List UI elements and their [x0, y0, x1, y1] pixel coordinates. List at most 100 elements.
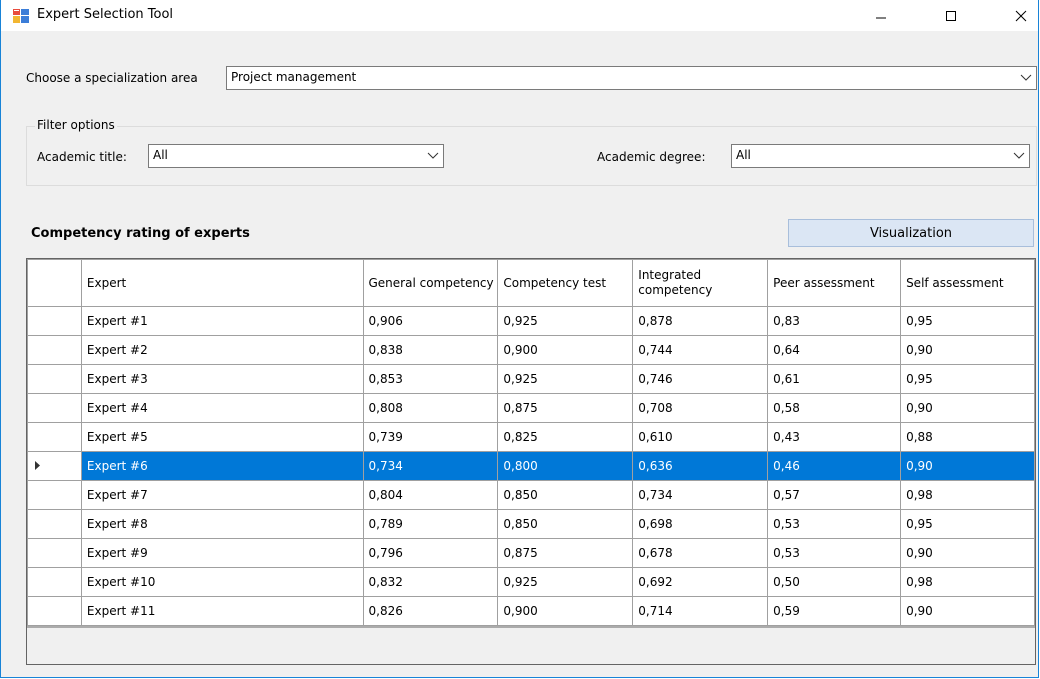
- specialization-combobox[interactable]: Project management: [226, 66, 1037, 90]
- score-cell[interactable]: 0,61: [767, 364, 902, 394]
- score-cell[interactable]: 0,796: [362, 538, 499, 568]
- row-header[interactable]: [27, 306, 82, 336]
- expert-name-cell[interactable]: Expert #10: [80, 567, 364, 597]
- expert-name-cell[interactable]: Expert #6: [80, 451, 364, 481]
- expert-name-cell[interactable]: Expert #5: [80, 422, 364, 452]
- row-header[interactable]: [27, 422, 82, 452]
- row-header[interactable]: [27, 538, 82, 568]
- row-header[interactable]: [27, 567, 82, 597]
- score-cell[interactable]: 0,925: [497, 567, 634, 597]
- experts-grid[interactable]: Expert General competency Competency tes…: [26, 258, 1036, 665]
- table-row[interactable]: Expert #6 0,734 0,800 0,636 0,46 0,90: [27, 451, 1035, 481]
- score-cell[interactable]: 0,746: [632, 364, 769, 394]
- score-cell[interactable]: 0,95: [900, 509, 1035, 539]
- column-header[interactable]: Peer assessment: [767, 259, 902, 307]
- score-cell[interactable]: 0,906: [362, 306, 499, 336]
- expert-name-cell[interactable]: Expert #11: [80, 596, 364, 626]
- expert-name-cell[interactable]: Expert #2: [80, 335, 364, 365]
- expert-name-cell[interactable]: Expert #8: [80, 509, 364, 539]
- score-cell[interactable]: 0,83: [767, 306, 902, 336]
- row-header[interactable]: [27, 480, 82, 510]
- table-row[interactable]: Expert #1 0,906 0,925 0,878 0,83 0,95: [27, 306, 1035, 336]
- score-cell[interactable]: 0,804: [362, 480, 499, 510]
- academic-title-combobox[interactable]: All: [148, 144, 444, 168]
- score-cell[interactable]: 0,57: [767, 480, 902, 510]
- column-header[interactable]: General competency: [362, 259, 499, 307]
- score-cell[interactable]: 0,714: [632, 596, 769, 626]
- column-header[interactable]: Expert: [80, 259, 364, 307]
- score-cell[interactable]: 0,43: [767, 422, 902, 452]
- score-cell[interactable]: 0,610: [632, 422, 769, 452]
- score-cell[interactable]: 0,925: [497, 306, 634, 336]
- score-cell[interactable]: 0,90: [900, 335, 1035, 365]
- score-cell[interactable]: 0,850: [497, 480, 634, 510]
- table-row[interactable]: Expert #8 0,789 0,850 0,698 0,53 0,95: [27, 509, 1035, 539]
- score-cell[interactable]: 0,64: [767, 335, 902, 365]
- score-cell[interactable]: 0,875: [497, 393, 634, 423]
- score-cell[interactable]: 0,853: [362, 364, 499, 394]
- expert-name-cell[interactable]: Expert #7: [80, 480, 364, 510]
- title-bar[interactable]: Expert Selection Tool: [1, 0, 1038, 31]
- score-cell[interactable]: 0,90: [900, 538, 1035, 568]
- close-button[interactable]: [998, 0, 1040, 31]
- row-header[interactable]: [27, 393, 82, 423]
- score-cell[interactable]: 0,98: [900, 480, 1035, 510]
- expert-name-cell[interactable]: Expert #3: [80, 364, 364, 394]
- score-cell[interactable]: 0,88: [900, 422, 1035, 452]
- score-cell[interactable]: 0,95: [900, 364, 1035, 394]
- score-cell[interactable]: 0,789: [362, 509, 499, 539]
- score-cell[interactable]: 0,90: [900, 596, 1035, 626]
- column-header[interactable]: Competency test: [497, 259, 634, 307]
- score-cell[interactable]: 0,678: [632, 538, 769, 568]
- score-cell[interactable]: 0,90: [900, 393, 1035, 423]
- table-row[interactable]: Expert #11 0,826 0,900 0,714 0,59 0,90: [27, 596, 1035, 626]
- score-cell[interactable]: 0,800: [497, 451, 634, 481]
- expert-name-cell[interactable]: Expert #9: [80, 538, 364, 568]
- row-header[interactable]: [27, 509, 82, 539]
- maximize-button[interactable]: [928, 0, 974, 31]
- score-cell[interactable]: 0,875: [497, 538, 634, 568]
- expert-name-cell[interactable]: Expert #1: [80, 306, 364, 336]
- score-cell[interactable]: 0,734: [632, 480, 769, 510]
- table-row[interactable]: Expert #9 0,796 0,875 0,678 0,53 0,90: [27, 538, 1035, 568]
- table-row[interactable]: Expert #3 0,853 0,925 0,746 0,61 0,95: [27, 364, 1035, 394]
- minimize-button[interactable]: [858, 0, 904, 31]
- academic-degree-combobox[interactable]: All: [731, 144, 1030, 168]
- score-cell[interactable]: 0,832: [362, 567, 499, 597]
- score-cell[interactable]: 0,808: [362, 393, 499, 423]
- score-cell[interactable]: 0,900: [497, 335, 634, 365]
- score-cell[interactable]: 0,58: [767, 393, 902, 423]
- score-cell[interactable]: 0,59: [767, 596, 902, 626]
- score-cell[interactable]: 0,692: [632, 567, 769, 597]
- score-cell[interactable]: 0,698: [632, 509, 769, 539]
- score-cell[interactable]: 0,850: [497, 509, 634, 539]
- score-cell[interactable]: 0,46: [767, 451, 902, 481]
- score-cell[interactable]: 0,825: [497, 422, 634, 452]
- score-cell[interactable]: 0,838: [362, 335, 499, 365]
- expert-name-cell[interactable]: Expert #4: [80, 393, 364, 423]
- visualization-button[interactable]: Visualization: [788, 219, 1034, 247]
- score-cell[interactable]: 0,900: [497, 596, 634, 626]
- score-cell[interactable]: 0,734: [362, 451, 499, 481]
- score-cell[interactable]: 0,739: [362, 422, 499, 452]
- table-row[interactable]: Expert #2 0,838 0,900 0,744 0,64 0,90: [27, 335, 1035, 365]
- table-row[interactable]: Expert #7 0,804 0,850 0,734 0,57 0,98: [27, 480, 1035, 510]
- score-cell[interactable]: 0,878: [632, 306, 769, 336]
- score-cell[interactable]: 0,90: [900, 451, 1035, 481]
- score-cell[interactable]: 0,53: [767, 509, 902, 539]
- table-row[interactable]: Expert #5 0,739 0,825 0,610 0,43 0,88: [27, 422, 1035, 452]
- score-cell[interactable]: 0,53: [767, 538, 902, 568]
- score-cell[interactable]: 0,826: [362, 596, 499, 626]
- column-header[interactable]: Integrated competency: [632, 259, 769, 307]
- score-cell[interactable]: 0,95: [900, 306, 1035, 336]
- score-cell[interactable]: 0,708: [632, 393, 769, 423]
- column-header[interactable]: Self assessment: [900, 259, 1035, 307]
- row-header[interactable]: [27, 451, 82, 481]
- score-cell[interactable]: 0,636: [632, 451, 769, 481]
- table-row[interactable]: Expert #10 0,832 0,925 0,692 0,50 0,98: [27, 567, 1035, 597]
- table-row[interactable]: Expert #4 0,808 0,875 0,708 0,58 0,90: [27, 393, 1035, 423]
- score-cell[interactable]: 0,925: [497, 364, 634, 394]
- row-header[interactable]: [27, 364, 82, 394]
- score-cell[interactable]: 0,50: [767, 567, 902, 597]
- row-header[interactable]: [27, 596, 82, 626]
